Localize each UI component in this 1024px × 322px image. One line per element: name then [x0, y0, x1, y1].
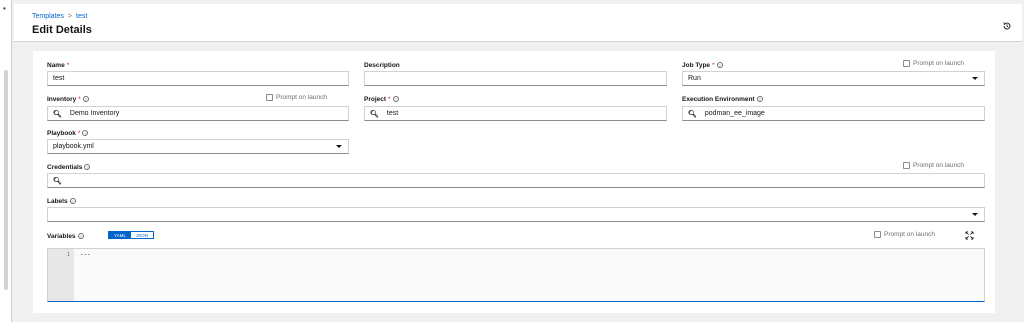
credentials-lookup[interactable]: 🔍︎	[47, 173, 985, 188]
required-marker: *	[77, 129, 81, 137]
help-icon[interactable]: ?	[82, 96, 89, 102]
help-icon[interactable]: ?	[392, 96, 399, 102]
required-marker: *	[712, 61, 715, 69]
help-icon[interactable]: ?	[756, 96, 763, 102]
page-title: Edit Details	[32, 24, 92, 36]
page-header: Templates > test Edit Details	[14, 4, 1022, 42]
description-input[interactable]	[364, 71, 667, 86]
playbook-field-group: Playbook *?	[47, 128, 89, 138]
execution-environment-label: Execution Environment?	[682, 95, 763, 103]
project-field-group: Project *?	[364, 94, 399, 104]
variables-prompt-on-launch[interactable]: Prompt on launch	[874, 231, 935, 238]
edit-form-card: Name * test Description Job Type *? Prompt…	[33, 51, 995, 313]
name-input[interactable]: test	[47, 71, 349, 86]
code-line[interactable]: ---	[80, 251, 91, 258]
breadcrumb-current[interactable]: test	[76, 13, 87, 20]
yaml-json-toggle: YAML JSON	[108, 231, 154, 239]
job-type-select[interactable]: Run	[682, 71, 985, 86]
playbook-select[interactable]: playbook.yml	[47, 139, 349, 154]
help-icon[interactable]: ?	[77, 233, 84, 239]
credentials-field-group: Credentials?	[47, 162, 91, 172]
inventory-field-group: Inventory *?	[47, 94, 89, 104]
credentials-label: Credentials?	[47, 163, 91, 171]
playbook-label: Playbook *?	[47, 129, 89, 137]
help-icon[interactable]: ?	[84, 164, 91, 170]
breadcrumb-separator: >	[67, 13, 72, 20]
labels-label: Labels?	[47, 197, 76, 205]
job-type-prompt-on-launch[interactable]: Prompt on launch	[903, 60, 964, 67]
inventory-label: Inventory *?	[47, 95, 89, 103]
expand-icon[interactable]	[965, 231, 974, 240]
editor-gutter: 1	[48, 249, 74, 301]
search-icon[interactable]: 🔍︎	[688, 110, 697, 118]
prompt-label: Prompt on launch	[884, 231, 935, 238]
help-icon[interactable]: ?	[82, 130, 89, 136]
variables-code-editor[interactable]: 1 ---	[47, 248, 985, 302]
required-marker: *	[66, 61, 70, 69]
required-marker: *	[388, 95, 391, 103]
search-icon[interactable]: 🔍︎	[53, 177, 62, 185]
project-label: Project *?	[364, 95, 399, 103]
playbook-value: playbook.yml	[53, 143, 94, 150]
scrollbar[interactable]	[4, 70, 8, 290]
help-icon[interactable]: ?	[716, 62, 723, 68]
history-icon[interactable]	[1002, 21, 1012, 31]
name-field-group: Name *	[47, 60, 69, 70]
search-icon[interactable]: 🔍︎	[370, 110, 379, 118]
rail-marker: •	[3, 4, 6, 13]
json-toggle-button[interactable]: JSON	[130, 232, 153, 238]
job-type-value: Run	[688, 75, 701, 82]
caret-down-icon	[336, 145, 342, 148]
prompt-label: Prompt on launch	[913, 162, 964, 169]
required-marker: *	[78, 95, 81, 103]
job-type-label: Job Type *?	[682, 61, 723, 69]
prompt-checkbox[interactable]	[903, 162, 910, 169]
project-lookup[interactable]: 🔍︎ test	[364, 106, 667, 121]
prompt-checkbox[interactable]	[266, 94, 273, 101]
help-icon[interactable]: ?	[69, 198, 76, 204]
credentials-prompt-on-launch[interactable]: Prompt on launch	[903, 162, 964, 169]
prompt-checkbox[interactable]	[874, 231, 881, 238]
left-rail: •	[0, 0, 12, 322]
caret-down-icon	[972, 77, 978, 80]
prompt-label: Prompt on launch	[276, 94, 327, 101]
inventory-value: Demo Inventory	[69, 110, 120, 117]
breadcrumb-templates-link[interactable]: Templates	[32, 13, 64, 20]
prompt-label: Prompt on launch	[913, 60, 964, 67]
execution-environment-value: podman_ee_image	[704, 110, 765, 117]
project-value: test	[386, 110, 399, 117]
variables-field-group: Variables?	[47, 231, 84, 241]
variables-label: Variables?	[47, 232, 84, 240]
labels-select[interactable]	[47, 207, 985, 222]
execution-environment-field-group: Execution Environment?	[682, 94, 763, 104]
search-icon[interactable]: 🔍︎	[53, 110, 62, 118]
description-field-group: Description	[364, 60, 400, 70]
caret-down-icon	[972, 213, 978, 216]
job-type-field-group: Job Type *?	[682, 60, 723, 70]
name-value: test	[53, 75, 65, 82]
name-label: Name *	[47, 61, 70, 69]
description-label: Description	[364, 61, 400, 69]
inventory-prompt-on-launch[interactable]: Prompt on launch	[266, 94, 327, 101]
yaml-toggle-button[interactable]: YAML	[109, 232, 131, 238]
inventory-lookup[interactable]: 🔍︎ Demo Inventory	[47, 106, 349, 121]
line-number: 1	[66, 252, 70, 258]
breadcrumb: Templates > test	[32, 13, 87, 20]
labels-field-group: Labels?	[47, 196, 76, 206]
execution-environment-lookup[interactable]: 🔍︎ podman_ee_image	[682, 106, 985, 121]
prompt-checkbox[interactable]	[903, 60, 910, 67]
